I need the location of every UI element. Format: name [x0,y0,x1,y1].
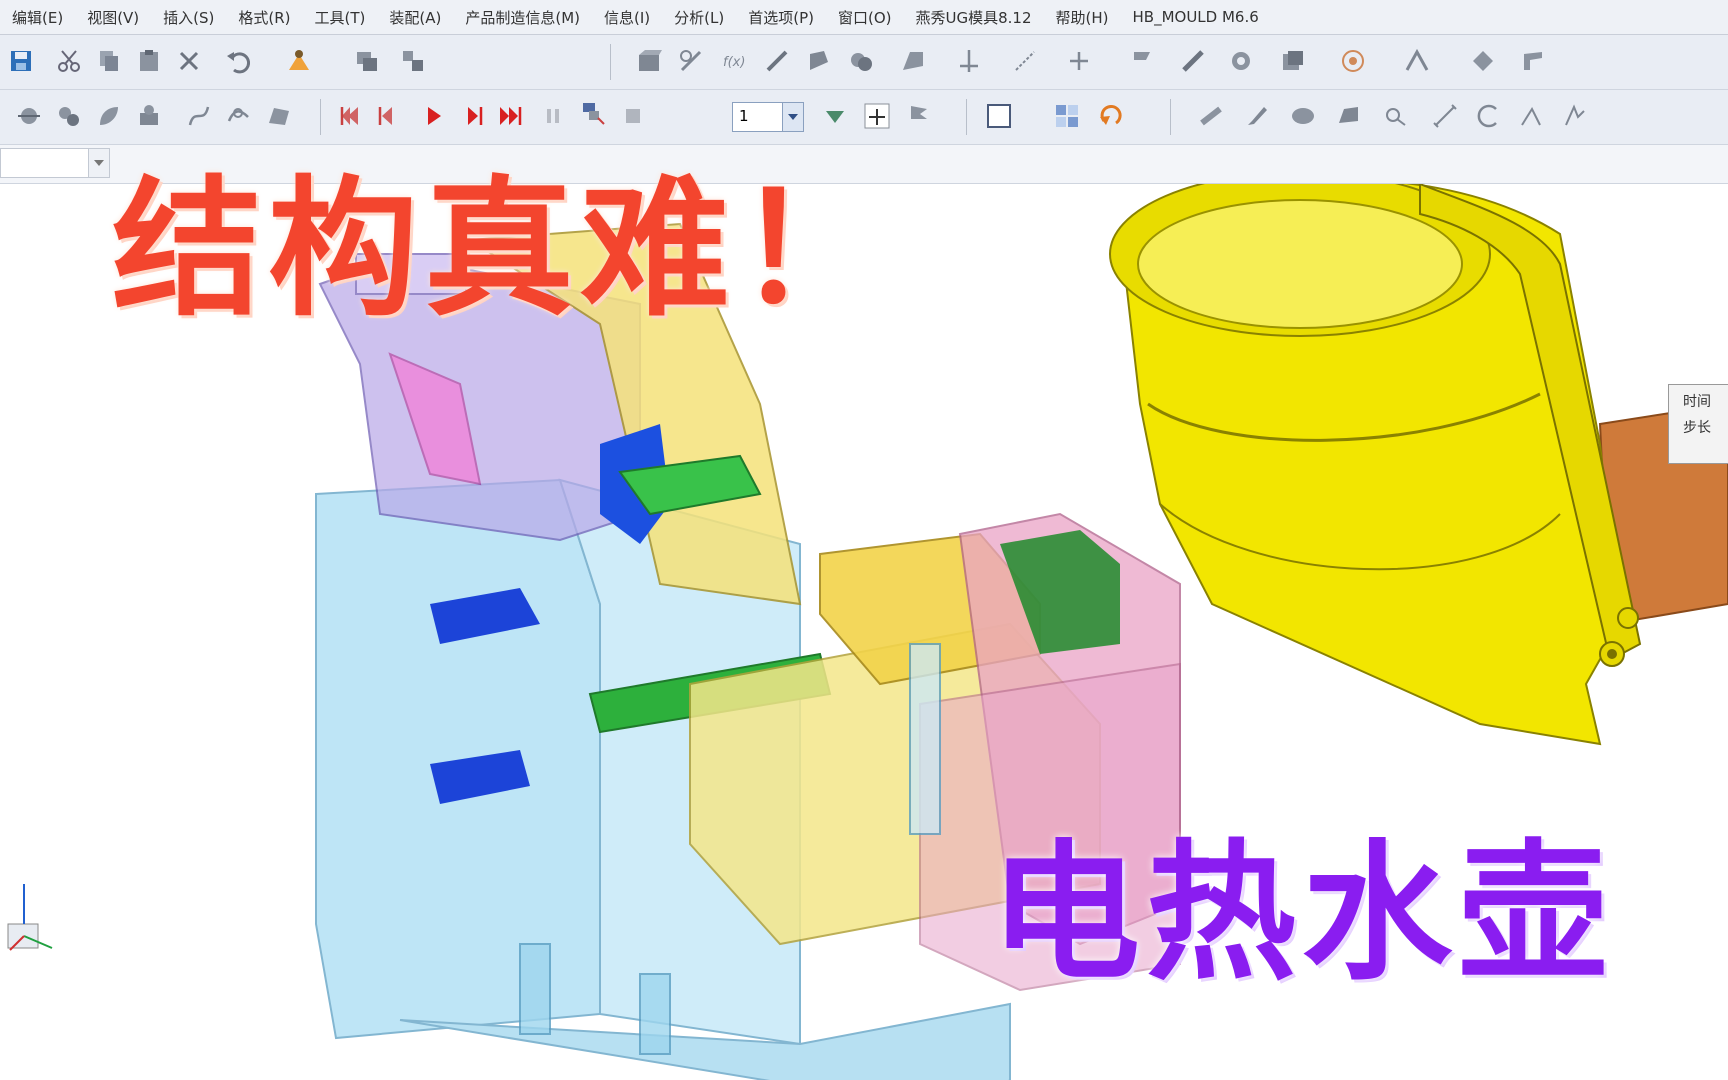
fast-forward-icon[interactable] [498,103,524,129]
shell-icon[interactable] [1470,48,1496,74]
step-count-value: 1 [739,107,749,125]
save-icon[interactable] [8,48,34,74]
undo-icon[interactable] [224,48,250,74]
step-back-icon[interactable] [372,103,398,129]
paste-icon[interactable] [136,48,162,74]
pencil-icon[interactable] [1244,103,1270,129]
layer-icon[interactable] [354,48,380,74]
refresh-icon[interactable] [1098,103,1124,129]
curve-icon[interactable] [186,103,212,129]
menu-assembly[interactable]: 装配(A) [377,7,453,28]
menu-format[interactable]: 格式(R) [226,7,302,28]
caption-electric-kettle: 电热水壶 [990,827,1615,1001]
menu-help[interactable]: 帮助(H) [1044,7,1121,28]
spring-icon[interactable] [1198,103,1224,129]
pattern-icon[interactable] [1340,48,1366,74]
surface-icon[interactable] [266,103,292,129]
expression-icon[interactable]: f(x) [722,48,748,74]
command-finder-icon[interactable] [286,48,312,74]
play-icon[interactable] [420,103,446,129]
menu-bar: 编辑(E) 视图(V) 插入(S) 格式(R) 工具(T) 装配(A) 产品制造… [0,0,1728,35]
cut-icon[interactable] [56,48,82,74]
svg-text:f(x): f(x) [723,55,745,70]
edge-blend-icon[interactable] [1180,48,1206,74]
coordinate-icon[interactable] [1562,103,1588,129]
point-icon[interactable] [1012,48,1038,74]
flag-icon[interactable] [906,103,932,129]
chevron-down-icon[interactable] [88,149,109,177]
radius-icon[interactable] [1518,103,1544,129]
selection-icon[interactable] [16,103,42,129]
spline-icon[interactable] [226,103,252,129]
ellipse-icon[interactable] [1290,103,1316,129]
block-icon[interactable] [636,48,662,74]
leaf-icon[interactable] [96,103,122,129]
measure-icon[interactable] [1382,103,1408,129]
menu-edit[interactable]: 编辑(E) [0,7,75,28]
menu-pmi[interactable]: 产品制造信息(M) [453,7,592,28]
copy-icon[interactable] [96,48,122,74]
component-icon[interactable] [136,103,162,129]
step-label: 步长 [1683,420,1711,436]
dimension-icon[interactable] [1432,103,1458,129]
toolbar-row-1: f(x) [0,35,1728,90]
rewind-first-icon[interactable] [336,103,362,129]
stop-icon[interactable] [620,103,646,129]
unite-icon[interactable] [848,48,874,74]
trim-body-icon[interactable] [1404,48,1430,74]
menu-view[interactable]: 视图(V) [75,7,151,28]
angle-icon[interactable] [1476,103,1502,129]
axis-icon[interactable] [864,103,890,129]
solid-icon[interactable] [1336,103,1362,129]
menu-information[interactable]: 信息(I) [592,7,662,28]
time-label: 时间 [1683,394,1711,410]
menu-yanxiu-mould[interactable]: 燕秀UG模具8.12 [904,7,1044,28]
offset-face-icon[interactable] [1280,48,1306,74]
kettle-part [1109,184,1642,746]
move-object-icon[interactable] [400,48,426,74]
select-box-icon[interactable] [986,103,1012,129]
pause-icon[interactable] [540,103,566,129]
menu-analysis[interactable]: 分析(L) [662,7,736,28]
revolve-icon[interactable] [1228,48,1254,74]
line-icon[interactable] [764,48,790,74]
view-grid-icon[interactable] [1054,103,1080,129]
menu-hb-mould[interactable]: HB_MOULD M6.6 [1121,8,1271,26]
selection-filter-select[interactable] [0,148,110,178]
delete-icon[interactable] [176,48,202,74]
extrude-icon[interactable] [806,48,832,74]
caption-structure-hard: 结构真难！ [112,163,893,337]
sketch-icon[interactable] [678,48,704,74]
menu-window[interactable]: 窗口(O) [826,7,904,28]
draft-icon[interactable] [1128,48,1154,74]
feature-group-icon[interactable] [56,103,82,129]
menu-tools[interactable]: 工具(T) [303,7,378,28]
animation-side-panel: 时间 步长 [1668,384,1728,464]
menu-insert[interactable]: 插入(S) [151,7,226,28]
triangle-down-icon[interactable] [822,103,848,129]
step-forward-icon[interactable] [462,103,488,129]
chevron-down-icon[interactable] [782,103,803,131]
axis-triad-icon [7,884,53,951]
datum-icon[interactable] [956,48,982,74]
chamfer-icon[interactable] [900,48,926,74]
plus-point-icon[interactable] [1066,48,1092,74]
animation-settings-icon[interactable] [580,100,606,126]
mirror-icon[interactable] [1520,48,1546,74]
menu-preferences[interactable]: 首选项(P) [736,7,826,28]
